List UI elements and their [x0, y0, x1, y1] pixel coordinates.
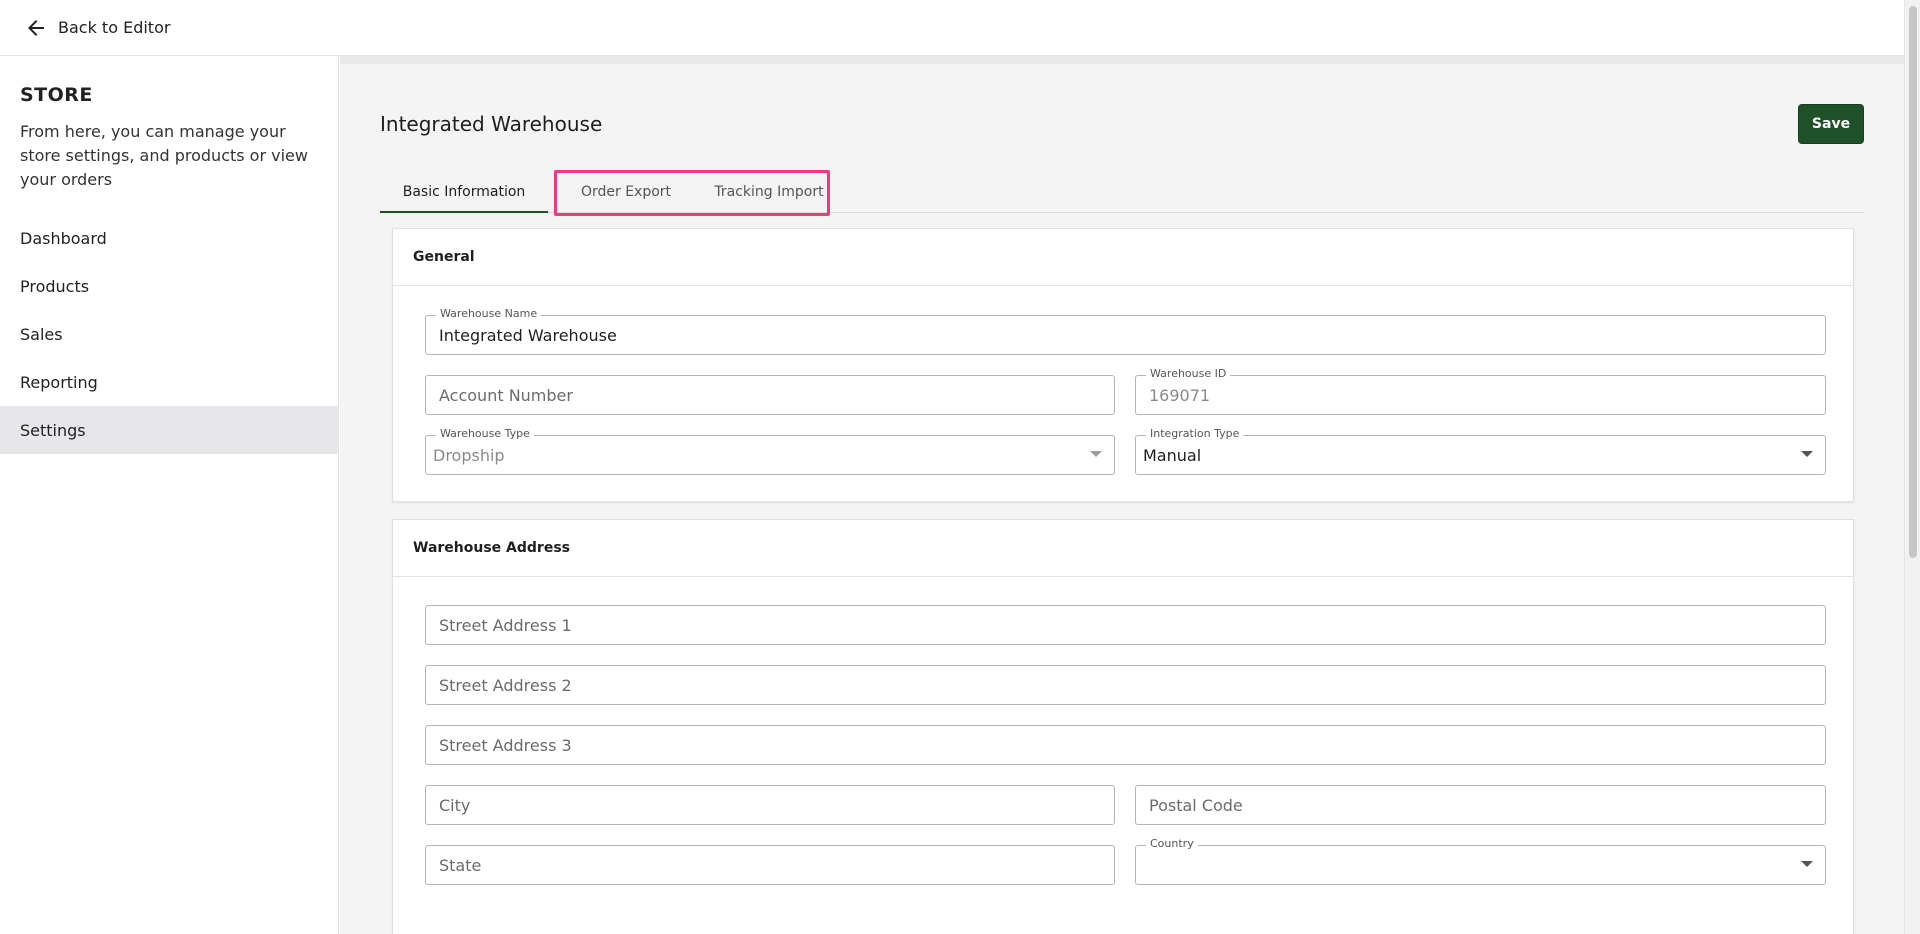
- state-placeholder: State: [439, 855, 482, 875]
- city-placeholder: City: [439, 795, 471, 815]
- street-address-2-field[interactable]: Street Address 2: [425, 665, 1826, 705]
- postal-code-field[interactable]: Postal Code: [1135, 785, 1826, 825]
- street-address-2-placeholder: Street Address 2: [439, 675, 572, 695]
- save-button[interactable]: Save: [1798, 104, 1864, 144]
- postal-code-placeholder: Postal Code: [1149, 795, 1243, 815]
- integration-type-value: Manual: [1143, 445, 1202, 465]
- integration-type-select[interactable]: Integration Type Manual: [1135, 427, 1826, 475]
- warehouse-address-card-header: Warehouse Address: [393, 520, 1853, 577]
- sidebar-item-settings[interactable]: Settings: [0, 406, 338, 454]
- tab-tracking-import[interactable]: Tracking Import: [696, 172, 842, 212]
- account-number-placeholder: Account Number: [439, 385, 573, 405]
- city-field[interactable]: City: [425, 785, 1115, 825]
- tab-order-export[interactable]: Order Export: [556, 172, 696, 212]
- tab-basic-information[interactable]: Basic Information: [380, 172, 548, 213]
- general-card-header: General: [393, 229, 1853, 286]
- sidebar: STORE From here, you can manage your sto…: [0, 56, 339, 934]
- warehouse-address-card: Warehouse Address Street Address 1 Stree…: [392, 519, 1854, 934]
- street-address-3-field[interactable]: Street Address 3: [425, 725, 1826, 765]
- main-content: Integrated Warehouse Save Basic Informat…: [340, 56, 1904, 934]
- store-title: STORE: [20, 84, 93, 106]
- page-title: Integrated Warehouse: [380, 112, 603, 136]
- integration-type-label: Integration Type: [1146, 427, 1244, 441]
- country-select[interactable]: Country: [1135, 837, 1826, 885]
- sidebar-item-products[interactable]: Products: [0, 262, 338, 310]
- country-label: Country: [1146, 837, 1198, 851]
- warehouse-name-value: Integrated Warehouse: [439, 325, 617, 345]
- street-address-1-placeholder: Street Address 1: [439, 615, 572, 635]
- sidebar-item-dashboard[interactable]: Dashboard: [0, 214, 338, 262]
- warehouse-id-label: Warehouse ID: [1146, 367, 1231, 381]
- warehouse-type-label: Warehouse Type: [436, 427, 534, 441]
- warehouse-name-label: Warehouse Name: [436, 307, 542, 321]
- caret-down-icon: [1090, 451, 1102, 457]
- caret-down-icon[interactable]: [1801, 451, 1813, 457]
- arrow-left-icon: [28, 19, 44, 36]
- main-top-strip: [340, 56, 1904, 64]
- account-number-field[interactable]: Account Number: [425, 375, 1115, 415]
- store-description: From here, you can manage your store set…: [20, 122, 308, 189]
- sidebar-nav: Dashboard Products Sales Reporting Setti…: [0, 214, 338, 454]
- street-address-1-field[interactable]: Street Address 1: [425, 605, 1826, 645]
- general-card: General Warehouse Name Integrated Wareho…: [392, 228, 1854, 502]
- warehouse-id-field: Warehouse ID 169071: [1135, 367, 1826, 415]
- sidebar-item-reporting[interactable]: Reporting: [0, 358, 338, 406]
- back-to-editor-link[interactable]: Back to Editor: [24, 16, 170, 40]
- tab-bar: Basic Information Order Export Tracking …: [380, 172, 1864, 213]
- warehouse-type-select: Warehouse Type Dropship: [425, 427, 1115, 475]
- warehouse-id-value: 169071: [1149, 385, 1211, 405]
- top-bar: Back to Editor: [0, 0, 1904, 56]
- page-scrollbar[interactable]: [1904, 0, 1920, 934]
- state-field[interactable]: State: [425, 845, 1115, 885]
- back-to-editor-label: Back to Editor: [58, 18, 171, 37]
- warehouse-type-value: Dropship: [433, 445, 505, 465]
- scrollbar-thumb[interactable]: [1909, 6, 1917, 558]
- warehouse-name-field[interactable]: Warehouse Name Integrated Warehouse: [425, 307, 1826, 355]
- street-address-3-placeholder: Street Address 3: [439, 735, 572, 755]
- caret-down-icon[interactable]: [1801, 861, 1813, 867]
- sidebar-item-sales[interactable]: Sales: [0, 310, 338, 358]
